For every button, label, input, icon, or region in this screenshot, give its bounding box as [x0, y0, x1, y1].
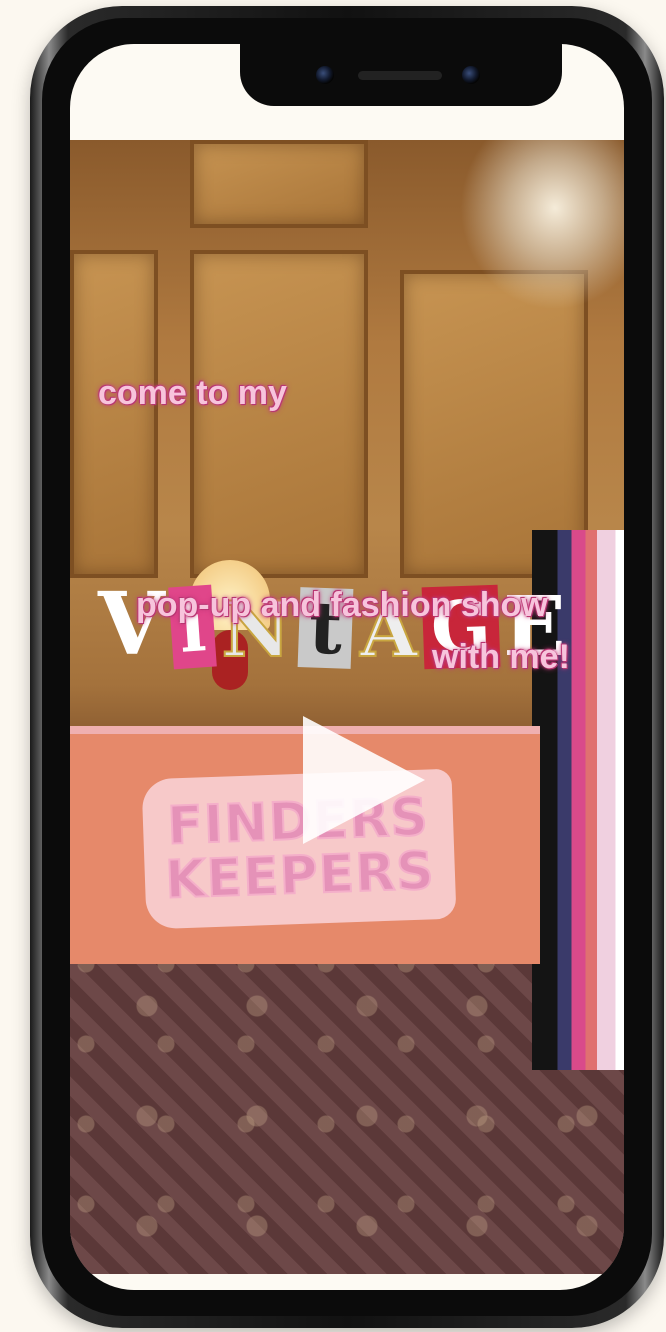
- phone-notch: [240, 44, 562, 106]
- front-camera-icon: [316, 66, 334, 84]
- video-player[interactable]: FINDERS KEEPERS come to my V i N t A G E…: [70, 140, 624, 1274]
- chandelier: [460, 140, 624, 310]
- phone-screen: FINDERS KEEPERS come to my V i N t A G E…: [70, 44, 624, 1290]
- earpiece-speaker: [358, 71, 442, 80]
- sign-line-2: KEEPERS: [163, 840, 436, 911]
- caption-bottom: with me!: [432, 638, 570, 676]
- phone-frame: FINDERS KEEPERS come to my V i N t A G E…: [30, 6, 664, 1328]
- wood-panel: [190, 140, 368, 228]
- wood-panel: [70, 250, 158, 578]
- sensor-icon: [462, 66, 480, 84]
- wood-panel: [190, 250, 368, 578]
- play-icon[interactable]: [303, 716, 425, 844]
- caption-middle: pop-up and fashion show: [136, 586, 548, 624]
- phone-bezel: FINDERS KEEPERS come to my V i N t A G E…: [42, 18, 652, 1316]
- caption-top: come to my: [98, 374, 287, 412]
